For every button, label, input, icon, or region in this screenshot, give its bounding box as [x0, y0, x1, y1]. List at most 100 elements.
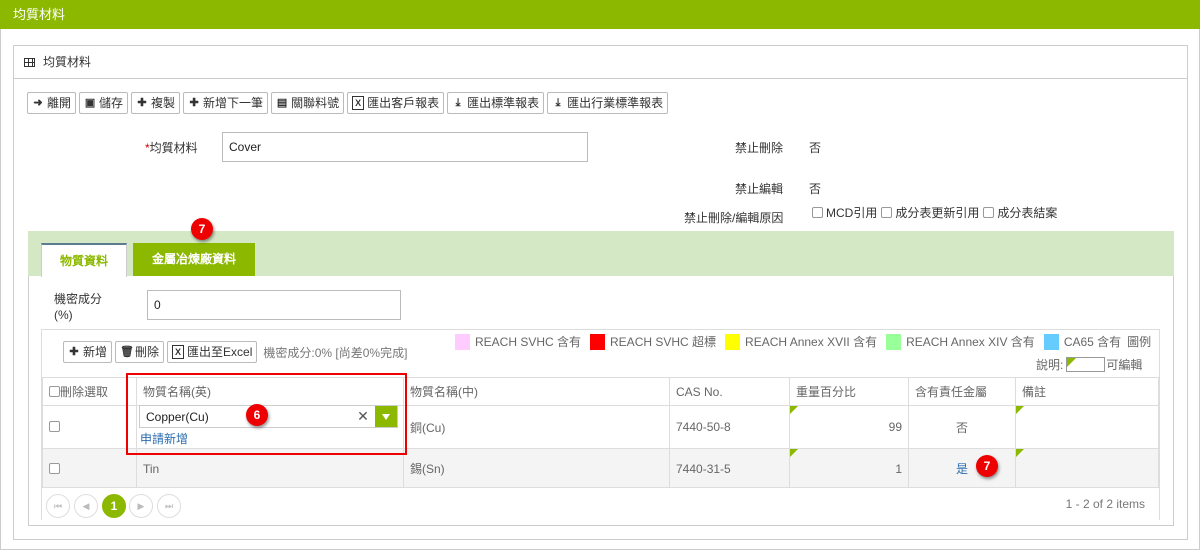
col-conflict-metal[interactable]: 含有責任金屬	[908, 377, 1016, 406]
name-en-cell[interactable]: Tin	[136, 448, 404, 489]
col-select-all[interactable]: 刪除選取	[42, 377, 137, 406]
download-icon: ⤓	[555, 97, 561, 109]
grid-export-excel-button[interactable]: X 匯出至Excel	[167, 341, 258, 363]
export-industry-report-button[interactable]: ⤓ 匯出行業標準報表	[547, 92, 669, 114]
plus-icon: ✚	[137, 97, 147, 109]
grid-icon	[24, 58, 35, 67]
cas-cell: 7440-50-8	[669, 405, 790, 449]
editable-marker	[1016, 449, 1024, 457]
grid-add-button[interactable]: ✚ 新增	[63, 341, 113, 363]
note-cell[interactable]	[1015, 405, 1159, 449]
checkbox[interactable]	[812, 207, 823, 218]
legend-entry: REACH SVHC 超標	[590, 333, 716, 350]
trash-icon: 🗑	[120, 346, 134, 358]
legend-swatch	[590, 333, 606, 350]
step-badge: 6	[246, 404, 268, 426]
substance-name-combobox[interactable]: Copper(Cu) ✕	[139, 405, 398, 428]
save-icon: ▣	[84, 97, 96, 109]
secret-percent-label: 機密成分 (%)	[54, 292, 103, 322]
secret-percent-input[interactable]	[147, 290, 401, 320]
legend-swatch	[1043, 333, 1059, 350]
cas-cell: 7440-31-5	[669, 448, 790, 489]
page-title: 均質材料	[13, 7, 66, 22]
next-page-icon[interactable]: ▶	[129, 494, 153, 518]
last-page-icon[interactable]: ⏭	[157, 494, 181, 518]
row-select-cell	[42, 405, 137, 449]
chevron-down-icon[interactable]	[375, 406, 397, 427]
select-all-checkbox[interactable]	[49, 386, 60, 397]
current-page[interactable]: 1	[102, 494, 126, 518]
excel-icon: X	[172, 345, 185, 359]
grid-toolbar: ✚ 新增 🗑 刪除 X 匯出至Excel 機密成分:0% [尚差0%完成]	[63, 341, 407, 363]
conflict-metal-link[interactable]: 是	[956, 462, 968, 476]
col-cas[interactable]: CAS No.	[669, 377, 790, 406]
col-name-zh[interactable]: 物質名稱(中)	[403, 377, 670, 406]
tab-substance-data[interactable]: 物質資料	[41, 243, 127, 277]
save-button[interactable]: ▣ 儲存	[79, 92, 129, 114]
editable-marker	[1016, 406, 1024, 414]
prev-page-icon[interactable]: ◀	[74, 494, 98, 518]
apply-new-link[interactable]: 申請新增	[140, 430, 188, 447]
material-input[interactable]	[222, 132, 588, 162]
weight-cell[interactable]: 99	[789, 405, 909, 449]
legend-note: 說明: 可編輯	[1036, 357, 1143, 372]
panel-header: 均質材料	[14, 46, 1187, 79]
reason-label: 禁止刪除/編輯原因	[684, 211, 784, 225]
legend-swatch	[725, 333, 741, 350]
page-title-bar: 均質材料	[0, 0, 1200, 29]
first-page-icon[interactable]: ⏮	[46, 494, 70, 518]
row-checkbox[interactable]	[49, 421, 60, 432]
main-toolbar: ➜ 離開 ▣ 儲存 ✚ 複製 ✚ 新增下一筆 ▤ 關聯料號 X 匯出客戶報表 ⤓ 匯出標準報表…	[27, 92, 669, 114]
conflict-metal-cell: 否	[908, 405, 1016, 449]
reason-option-bom-closed[interactable]: 成分表結案	[983, 204, 1057, 221]
note-cell[interactable]	[1015, 448, 1159, 489]
col-note[interactable]: 備註	[1015, 377, 1159, 406]
grid-delete-button[interactable]: 🗑 刪除	[115, 341, 165, 363]
legend-entry: REACH Annex XIV 含有	[886, 333, 1035, 350]
col-weight[interactable]: 重量百分比	[789, 377, 909, 406]
copy-button[interactable]: ✚ 複製	[131, 92, 181, 114]
sign-out-icon: ➜	[33, 97, 43, 109]
no-delete-value: 否	[809, 141, 822, 155]
no-edit-label: 禁止編輯	[735, 182, 784, 196]
plus-icon: ✚	[69, 346, 79, 358]
name-zh-cell: 錫(Sn)	[403, 448, 670, 489]
table-header-row: 刪除選取 物質名稱(英) 物質名稱(中) CAS No. 重量百分比 含有責任金…	[42, 377, 1159, 406]
export-customer-report-button[interactable]: X 匯出客戶報表	[347, 92, 445, 114]
no-delete-label: 禁止刪除	[735, 141, 784, 155]
checkbox[interactable]	[881, 207, 893, 218]
editable-marker	[790, 449, 798, 457]
col-name-en[interactable]: 物質名稱(英)	[136, 377, 404, 406]
legend-entry: REACH SVHC 含有	[455, 333, 581, 350]
pager: ⏮ ◀ 1 ▶ ⏭ 1 - 2 of 2 items	[42, 487, 1159, 520]
legend-title: 圖例	[1127, 335, 1152, 349]
step-badge: 7	[976, 455, 998, 477]
row-checkbox[interactable]	[49, 462, 60, 474]
excel-icon: X	[352, 96, 365, 110]
clear-icon[interactable]: ✕	[355, 408, 371, 425]
plus-icon: ✚	[189, 97, 199, 109]
no-edit-value: 否	[809, 182, 822, 196]
reason-checkbox-group: MCD引用 成分表更新引用 成分表結案	[812, 204, 1057, 221]
checkbox[interactable]	[983, 207, 995, 218]
editable-marker	[790, 406, 798, 414]
add-next-button[interactable]: ✚ 新增下一筆	[183, 92, 269, 114]
legend-entry: CA65 含有	[1043, 333, 1121, 350]
step-badge: 7	[191, 218, 213, 240]
tab-smelter-data[interactable]: 金屬冶煉廠資料	[133, 243, 255, 276]
export-standard-report-button[interactable]: ⤓ 匯出標準報表	[447, 92, 545, 114]
related-part-button[interactable]: ▤ 關聯料號	[271, 92, 345, 114]
legend-swatch	[455, 333, 470, 350]
reason-option-bom-update[interactable]: 成分表更新引用	[881, 204, 979, 221]
exit-button[interactable]: ➜ 離開	[27, 92, 77, 114]
material-label: *均質材料	[145, 141, 198, 155]
panel-title: 均質材料	[43, 55, 92, 69]
document-icon: ▤	[276, 97, 288, 109]
weight-cell[interactable]: 1	[789, 448, 909, 489]
reason-option-mcd[interactable]: MCD引用	[812, 204, 877, 221]
secret-progress-note: 機密成分:0% [尚差0%完成]	[263, 345, 408, 360]
editable-swatch	[1066, 357, 1106, 372]
legend-swatch	[886, 333, 902, 350]
download-icon: ⤓	[455, 97, 461, 109]
name-zh-cell: 銅(Cu)	[403, 405, 670, 449]
